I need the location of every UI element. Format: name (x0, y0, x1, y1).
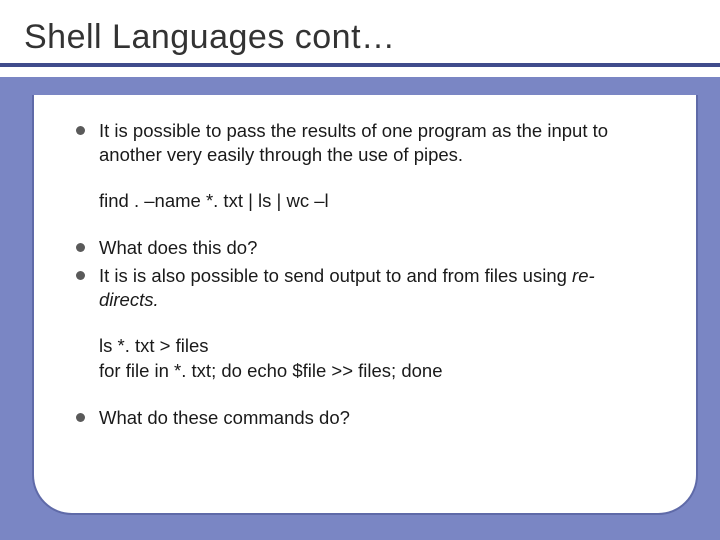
header-spacer (0, 77, 720, 95)
content-box: It is possible to pass the results of on… (32, 95, 698, 515)
bullet-text: It is possible to pass the results of on… (99, 119, 654, 167)
bullet-text: What does this do? (99, 236, 257, 260)
bullet-icon (76, 271, 85, 280)
bullet-icon (76, 243, 85, 252)
bullet-item-3: It is is also possible to send output to… (76, 264, 654, 312)
bullet-text-prefix: It is is also possible to send output to… (99, 265, 572, 286)
bullet-icon (76, 413, 85, 422)
bullet-text: What do these commands do? (99, 406, 350, 430)
slide-title: Shell Languages cont… (24, 18, 702, 57)
title-underline (0, 63, 720, 67)
bullet-item-4: What do these commands do? (76, 406, 654, 430)
code-line: ls *. txt > files (99, 334, 654, 359)
code-block-1: find . –name *. txt | ls | wc –l (99, 189, 654, 214)
bullet-icon (76, 126, 85, 135)
bullet-item-1: It is possible to pass the results of on… (76, 119, 654, 167)
bullet-text: It is is also possible to send output to… (99, 264, 654, 312)
bullet-item-2: What does this do? (76, 236, 654, 260)
code-block-2: ls *. txt > files for file in *. txt; do… (99, 334, 654, 384)
title-bar: Shell Languages cont… (0, 0, 720, 77)
code-line: for file in *. txt; do echo $file >> fil… (99, 359, 654, 384)
